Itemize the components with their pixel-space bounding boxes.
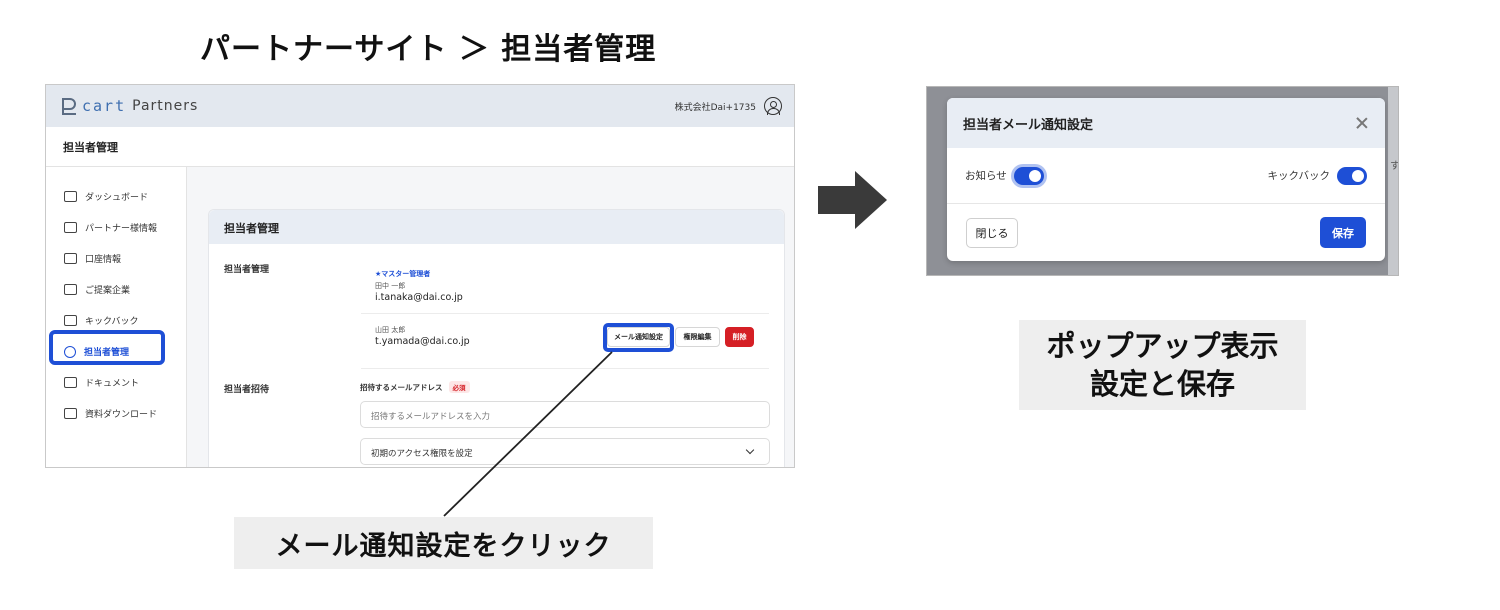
caption-click-mail-settings: メール通知設定をクリック: [234, 517, 653, 569]
mail-notification-modal: 担当者メール通知設定 お知らせ キックバック 閉じる 保存: [947, 98, 1385, 261]
kickback-toggle[interactable]: [1337, 166, 1367, 185]
caption-popup: ポップアップ表示 設定と保存: [1019, 320, 1306, 410]
close-button[interactable]: 閉じる: [966, 217, 1018, 248]
notice-toggle-label: お知らせ: [965, 170, 1007, 182]
arrow-right-icon-body: [818, 186, 856, 214]
caption-popup-line1: ポップアップ表示: [1046, 329, 1279, 363]
close-icon[interactable]: [1355, 116, 1369, 130]
save-button[interactable]: 保存: [1320, 217, 1366, 248]
notice-toggle-group: お知らせ: [965, 166, 1044, 185]
arrow-right-icon: [855, 171, 887, 229]
modal-title: 担当者メール通知設定: [963, 117, 1094, 133]
background-peek: [1388, 87, 1398, 275]
modal-header: 担当者メール通知設定: [947, 98, 1385, 148]
notice-toggle[interactable]: [1013, 166, 1044, 185]
kickback-toggle-group: キックバック: [1267, 166, 1367, 185]
caption-popup-line2: 設定と保存: [1089, 367, 1235, 401]
background-peek-text: す: [1390, 161, 1399, 172]
kickback-toggle-label: キックバック: [1267, 170, 1330, 182]
modal-body: お知らせ キックバック: [947, 148, 1385, 204]
connector-line-stroke: [443, 351, 613, 517]
modal-footer: 閉じる 保存: [947, 204, 1385, 261]
modal-screenshot: す 担当者メール通知設定 お知らせ キックバック 閉じる 保存: [926, 86, 1399, 276]
